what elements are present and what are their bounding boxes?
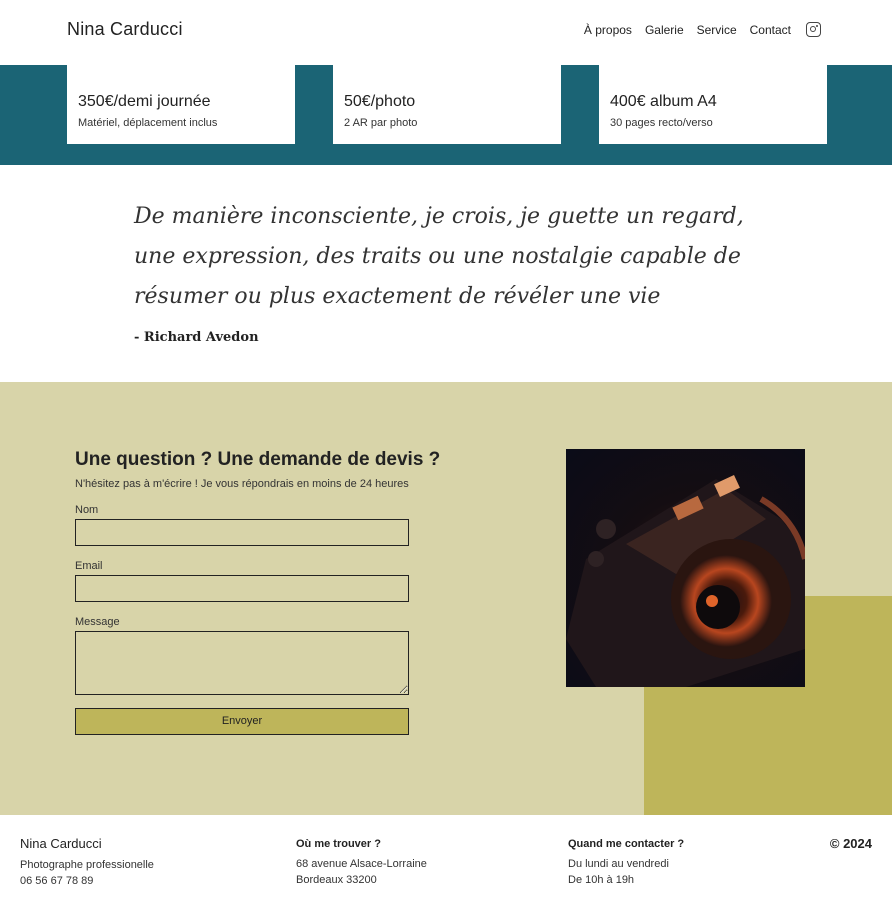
message-label: Message <box>75 616 120 628</box>
price-value: 50€/photo <box>344 93 416 110</box>
footer-address-line1: 68 avenue Alsace-Lorraine <box>296 858 427 870</box>
quote-author: - Richard Avedon <box>134 330 259 345</box>
email-label: Email <box>75 560 103 572</box>
submit-button[interactable]: Envoyer <box>75 708 409 735</box>
name-field[interactable] <box>75 519 409 546</box>
main-nav: À propos Galerie Service Contact <box>584 22 821 37</box>
footer-role: Photographe professionelle <box>20 859 154 871</box>
price-card-photo: 50€/photo 2 AR par photo <box>333 65 561 144</box>
name-label: Nom <box>75 504 99 516</box>
camera-photo <box>566 449 805 687</box>
price-detail: 30 pages recto/verso <box>610 117 713 129</box>
footer-identity: Nina Carducci Photographe professionelle… <box>20 836 154 889</box>
nav-link-gallery[interactable]: Galerie <box>645 23 684 37</box>
footer-hours-time: De 10h à 19h <box>568 874 635 886</box>
price-value: 400€ album A4 <box>610 93 717 110</box>
footer-hours-title: Quand me contacter ? <box>568 838 685 850</box>
price-card-album: 400€ album A4 30 pages recto/verso <box>599 65 827 144</box>
footer-name: Nina Carducci <box>20 836 102 851</box>
contact-subtitle: N'hésitez pas à m'écrire ! Je vous répon… <box>75 478 409 490</box>
footer-hours-days: Du lundi au vendredi <box>568 858 669 870</box>
footer-location: Où me trouver ? 68 avenue Alsace-Lorrain… <box>296 836 427 888</box>
copyright: © 2024 <box>829 836 872 851</box>
nav-link-about[interactable]: À propos <box>584 23 632 37</box>
price-card-half-day: 350€/demi journée Matériel, déplacement … <box>67 65 295 144</box>
site-header: Nina Carducci À propos Galerie Service C… <box>0 0 892 65</box>
footer-location-title: Où me trouver ? <box>296 838 381 850</box>
email-field[interactable] <box>75 575 409 602</box>
pricing-band: 350€/demi journée Matériel, déplacement … <box>0 65 892 165</box>
contact-section: Une question ? Une demande de devis ? N'… <box>0 382 892 815</box>
price-value: 350€/demi journée <box>78 93 211 110</box>
price-detail: 2 AR par photo <box>344 117 418 129</box>
site-brand[interactable]: Nina Carducci <box>67 19 183 40</box>
price-detail: Matériel, déplacement inclus <box>78 117 218 129</box>
site-footer: Nina Carducci Photographe professionelle… <box>0 815 892 910</box>
contact-title: Une question ? Une demande de devis ? <box>75 449 441 470</box>
quote-text: De manière inconsciente, je crois, je gu… <box>134 204 744 309</box>
footer-hours: Quand me contacter ? Du lundi au vendred… <box>568 836 684 888</box>
footer-phone[interactable]: 06 56 67 78 89 <box>20 873 154 889</box>
message-field[interactable] <box>75 631 409 695</box>
nav-link-contact[interactable]: Contact <box>750 23 791 37</box>
camera-illustration <box>566 475 805 687</box>
instagram-icon[interactable] <box>806 22 821 37</box>
nav-link-service[interactable]: Service <box>697 23 737 37</box>
footer-address-line2: Bordeaux 33200 <box>296 874 377 886</box>
